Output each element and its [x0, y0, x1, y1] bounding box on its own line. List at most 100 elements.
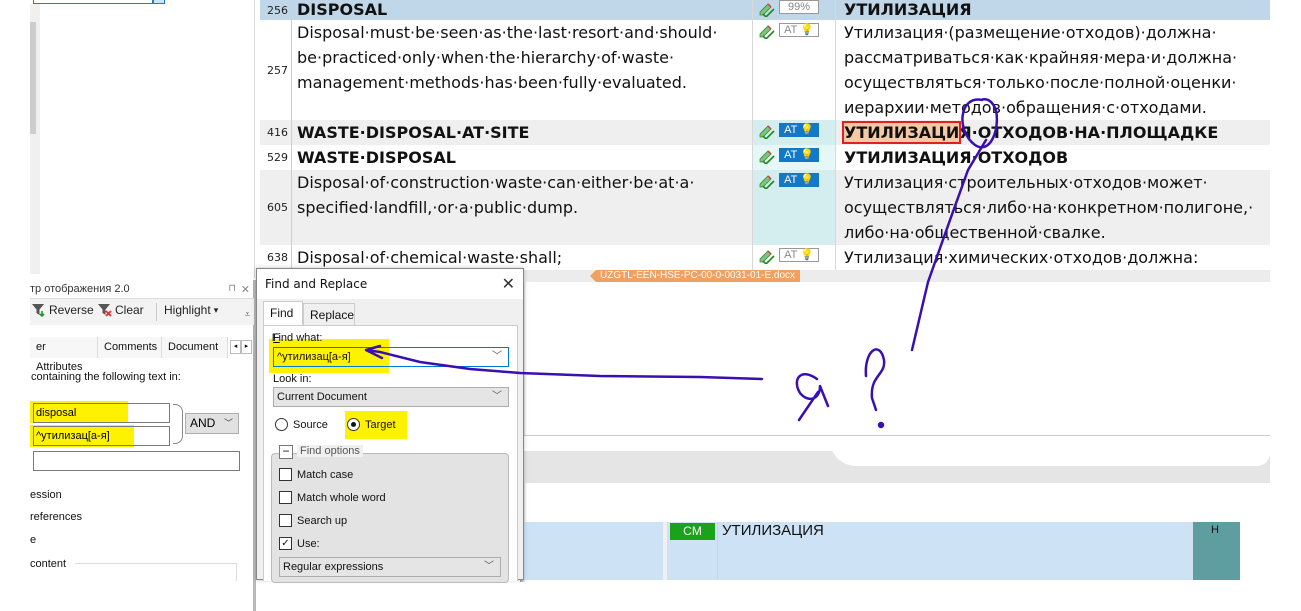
third-filter-input[interactable]: [33, 451, 240, 471]
source-cell[interactable]: Disposal·of·chemical·waste·shall;: [297, 245, 749, 270]
tab-other-attributes[interactable]: er Attributes: [30, 337, 98, 373]
tab-comments[interactable]: Comments: [98, 337, 162, 358]
checkmark-icon[interactable]: ✓: [279, 537, 292, 550]
target-filter-input[interactable]: ^утилизац[а-я]: [33, 426, 170, 446]
target-cell[interactable]: Утилизация·химических·отходов·должна:: [844, 245, 1264, 270]
chevron-down-icon[interactable]: ﹀: [492, 348, 502, 366]
redaction-mark: [830, 440, 1270, 466]
collapse-icon[interactable]: −: [279, 445, 293, 459]
edit-confirmed-icon: [759, 175, 775, 189]
row-number: 529: [260, 145, 292, 170]
tab-replace[interactable]: Replace: [303, 303, 355, 325]
upper-input-button[interactable]: [153, 0, 165, 4]
tab-prev-arrow-icon[interactable]: ◂: [230, 340, 241, 354]
option-references[interactable]: references: [30, 511, 82, 523]
tm-side-label: Н: [1211, 524, 1219, 536]
filter-tabs: er Attributes Comments Document ◂ ▸: [30, 337, 254, 373]
close-icon[interactable]: ✕: [241, 283, 250, 296]
option-expression[interactable]: ession: [30, 489, 62, 501]
look-in-select[interactable]: Current Document ﹀: [273, 387, 509, 407]
option-other[interactable]: e: [30, 534, 36, 546]
status-cell: AT 💡: [752, 170, 836, 245]
find-replace-dialog: Find and Replace ✕ Find Replace FFind wh…: [256, 268, 524, 583]
tab-find[interactable]: Find: [263, 301, 303, 325]
source-cell[interactable]: Disposal·must·be·seen·as·the·last·resort…: [297, 20, 749, 95]
tab-document[interactable]: Document: [162, 337, 228, 358]
target-cell[interactable]: Утилизация·строительных·отходов·может· о…: [844, 170, 1264, 245]
checkbox[interactable]: [279, 514, 292, 527]
source-cell[interactable]: WASTE·DISPOSAL: [297, 145, 749, 170]
checkbox[interactable]: [279, 468, 292, 481]
reverse-button[interactable]: Reverse: [32, 303, 94, 318]
target-cell[interactable]: Утилизация·(размещение·отходов)·должна· …: [844, 20, 1264, 120]
lightbulb-icon: 💡: [800, 149, 814, 161]
match-whole-word-checkbox[interactable]: Match whole word: [279, 491, 386, 504]
use-label: Use:: [297, 537, 320, 550]
table-row[interactable]: 605 Disposal·of·construction·waste·can·e…: [260, 170, 1270, 245]
tm-results-row[interactable]: [520, 522, 1240, 580]
tm-column-separator: [717, 522, 718, 580]
match-case-label: Match case: [297, 468, 354, 481]
target-cell[interactable]: УТИЛИЗАЦИЯ: [844, 0, 1264, 22]
operator-select[interactable]: AND ﹀: [185, 413, 239, 434]
upper-input-field[interactable]: [33, 0, 153, 4]
tab-next-arrow-icon[interactable]: ▸: [241, 340, 252, 354]
checkbox[interactable]: [279, 491, 292, 504]
use-mode-value: Regular expressions: [283, 561, 384, 573]
filter-panel-title: тр отображения 2.0 ⊓ ✕: [30, 283, 254, 299]
target-radio[interactable]: Target: [347, 418, 396, 431]
badge-text: AT: [784, 249, 798, 261]
look-in-value: Current Document: [277, 391, 367, 403]
annotation-dot: [877, 421, 885, 429]
auto-translation-badge: AT 💡: [779, 248, 819, 262]
auto-translation-badge: AT 💡: [779, 23, 819, 37]
target-cell[interactable]: УТИЛИЗАЦИЯ·ОТХОДОВ: [844, 145, 1264, 170]
table-row[interactable]: 416 WASTE·DISPOSAL·AT·SITE AT 💡 УТИЛИЗАЦ…: [260, 120, 1270, 145]
content-group-label: content: [30, 558, 67, 570]
source-filter-input[interactable]: disposal: [33, 403, 170, 423]
find-what-label: FFind what:: [271, 332, 323, 344]
pin-icon[interactable]: ⊓: [228, 283, 236, 294]
use-mode-select[interactable]: Regular expressions ﹀: [279, 557, 501, 577]
containing-label: containing the following text in:: [31, 371, 181, 383]
table-row[interactable]: 257 Disposal·must·be·seen·as·the·last·re…: [260, 20, 1270, 120]
match-percent-badge: 99%: [779, 0, 819, 14]
source-radio-label: Source: [293, 418, 328, 431]
reverse-filter-icon: [32, 303, 46, 318]
table-row[interactable]: 529 WASTE·DISPOSAL AT 💡 УТИЛИЗАЦИЯ·ОТХОД…: [260, 145, 1270, 170]
target-radio-label: Target: [365, 418, 396, 431]
dialog-title: Find and Replace ✕: [257, 269, 523, 299]
toolbar-overflow-icon[interactable]: ⩡: [245, 309, 250, 320]
close-icon[interactable]: ✕: [502, 274, 515, 293]
auto-translation-badge: AT 💡: [779, 123, 819, 137]
status-cell: AT 💡: [752, 120, 836, 145]
search-up-checkbox[interactable]: Search up: [279, 514, 347, 527]
find-what-input[interactable]: ^утилизац[а-я] ﹀: [273, 347, 509, 367]
search-up-label: Search up: [297, 514, 348, 527]
lightbulb-icon: 💡: [800, 174, 814, 186]
source-cell[interactable]: DISPOSAL: [297, 0, 749, 22]
clear-button[interactable]: Clear: [98, 303, 144, 317]
table-row[interactable]: 638 Disposal·of·chemical·waste·shall; AT…: [260, 245, 1270, 270]
source-cell[interactable]: WASTE·DISPOSAL·AT·SITE: [297, 120, 749, 145]
lightbulb-icon: 💡: [800, 124, 814, 136]
search-match-highlight: УТИЛИЗАЦИ: [841, 121, 962, 144]
label-text: Find what:: [271, 332, 323, 344]
highlight-dropdown[interactable]: Highlight ▾: [164, 303, 218, 317]
match-case-checkbox[interactable]: Match case: [279, 468, 353, 481]
table-row[interactable]: 256 DISPOSAL 99% УТИЛИЗАЦИЯ: [260, 0, 1270, 20]
filter-toolbar: Reverse Clear Highlight ▾ ⩡: [30, 299, 254, 325]
radio-button[interactable]: [347, 418, 360, 431]
chevron-down-icon: ﹀: [223, 418, 233, 428]
source-cell[interactable]: Disposal·of·construction·waste·can·eithe…: [297, 170, 749, 220]
use-checkbox[interactable]: ✓ Use:: [279, 537, 320, 550]
target-rest: Я·ОТХОДОВ·НА·ПЛОЩАДКЕ: [959, 123, 1219, 142]
left-scrollbar-thumb[interactable]: [30, 22, 36, 134]
radio-button[interactable]: [275, 418, 288, 431]
chevron-down-icon: ▾: [213, 304, 219, 315]
tm-result-text[interactable]: УТИЛИЗАЦИЯ: [722, 522, 824, 539]
auto-translation-badge: AT 💡: [779, 173, 819, 187]
source-radio[interactable]: Source: [275, 418, 328, 431]
document-file-tag[interactable]: UZGTL-EEN-HSE-PC-00-0-0031-01-E.docx: [590, 270, 801, 282]
target-cell[interactable]: УТИЛИЗАЦИЯ·ОТХОДОВ·НА·ПЛОЩАДКЕ: [841, 120, 1264, 145]
